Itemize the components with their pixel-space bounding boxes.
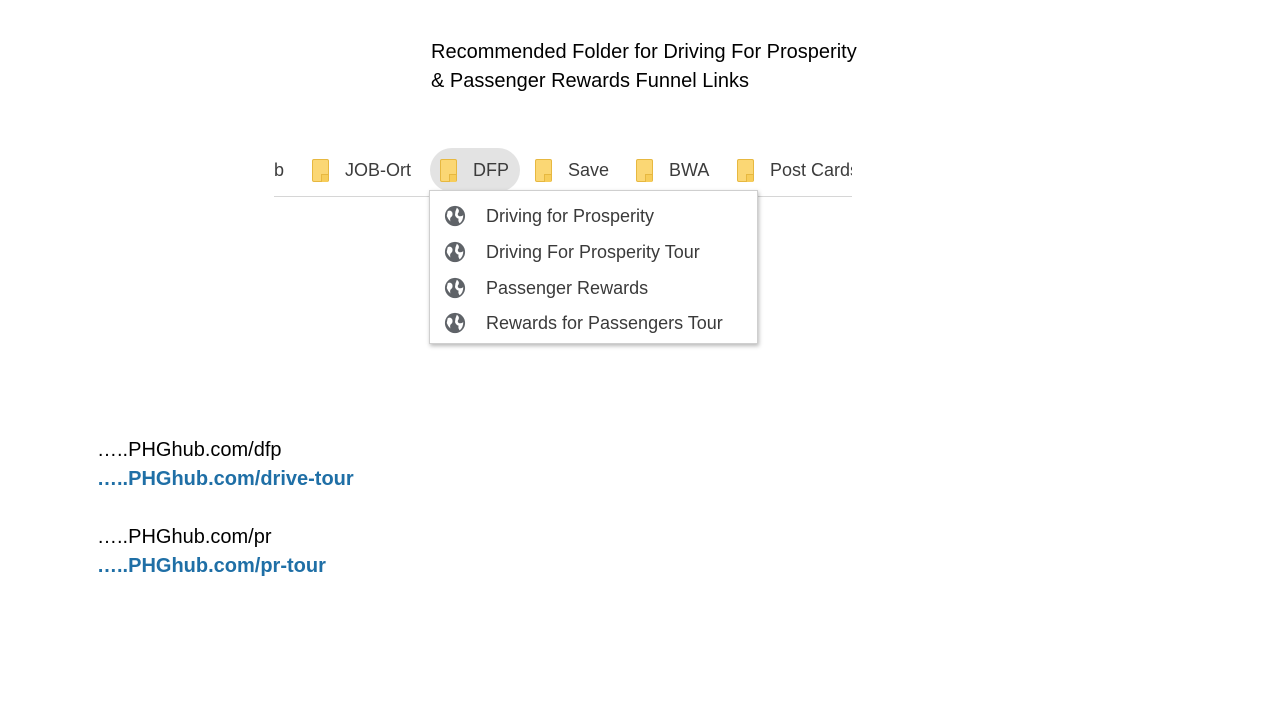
- bookmark-folder-post-cards[interactable]: Post Cards: [737, 148, 852, 192]
- bookmark-folder-label: DFP: [473, 159, 509, 180]
- link-pr[interactable]: …..PHGhub.com/pr: [97, 523, 354, 552]
- globe-icon: [444, 277, 466, 299]
- link-drive-tour[interactable]: …..PHGhub.com/drive-tour: [97, 465, 354, 494]
- dropdown-item-driving-for-prosperity[interactable]: Driving for Prosperity: [430, 199, 757, 233]
- folder-icon: [636, 158, 653, 182]
- bookmark-folder-dropdown: Driving for Prosperity Driving For Prosp…: [429, 190, 758, 344]
- dropdown-item-label: Driving For Prosperity Tour: [486, 241, 700, 262]
- bookmark-folder-job-ort[interactable]: JOB-Ort: [312, 148, 411, 192]
- bookmark-folder-label: JOB-Ort: [345, 159, 411, 180]
- globe-icon: [444, 205, 466, 227]
- folder-icon: [440, 158, 457, 182]
- dropdown-item-label: Passenger Rewards: [486, 277, 649, 298]
- link-pr-tour[interactable]: …..PHGhub.com/pr-tour: [97, 552, 354, 581]
- bookmark-folder-label: Post Cards: [770, 159, 852, 180]
- dropdown-item-passenger-rewards[interactable]: Passenger Rewards: [430, 271, 757, 305]
- funnel-links: …..PHGhub.com/dfp …..PHGhub.com/drive-to…: [97, 436, 354, 581]
- globe-icon: [444, 241, 466, 263]
- bookmark-folder-bwa[interactable]: BWA: [636, 148, 709, 192]
- folder-icon: [737, 158, 754, 182]
- bookmark-partial[interactable]: b: [274, 160, 284, 180]
- title-line-1: Recommended Folder for Driving For Prosp…: [431, 41, 857, 63]
- globe-icon: [444, 312, 466, 334]
- dropdown-item-driving-for-prosperity-tour[interactable]: Driving For Prosperity Tour: [430, 235, 757, 269]
- folder-icon: [535, 158, 552, 182]
- dropdown-item-label: Driving for Prosperity: [486, 205, 655, 226]
- bookmark-folder-dfp[interactable]: DFP: [430, 148, 520, 192]
- folder-icon: [312, 158, 329, 182]
- dropdown-item-label: Rewards for Passengers Tour: [486, 312, 723, 333]
- dropdown-item-rewards-for-passengers-tour[interactable]: Rewards for Passengers Tour: [430, 306, 757, 340]
- bookmark-folder-label: Save: [568, 159, 610, 180]
- link-dfp[interactable]: …..PHGhub.com/dfp: [97, 436, 354, 465]
- slide-title: Recommended Folder for Driving For Prosp…: [431, 38, 857, 96]
- title-line-2: & Passenger Rewards Funnel Links: [431, 70, 749, 92]
- bookmark-folder-label: BWA: [669, 159, 710, 180]
- bookmark-folder-save[interactable]: Save: [535, 148, 609, 192]
